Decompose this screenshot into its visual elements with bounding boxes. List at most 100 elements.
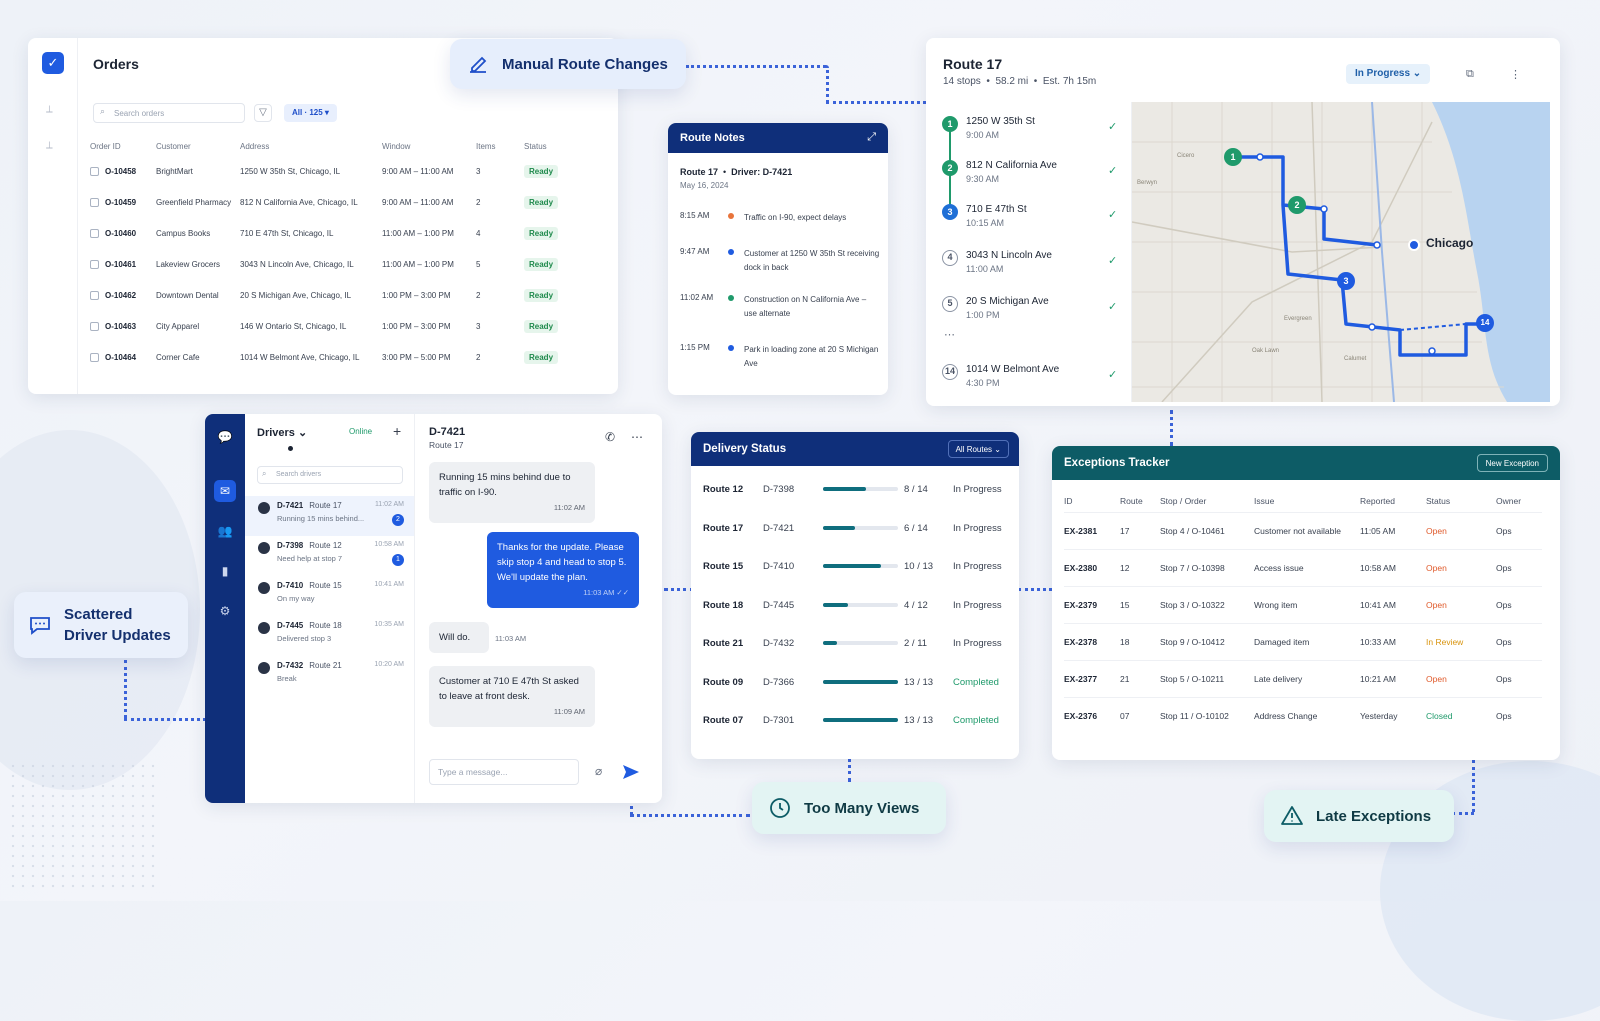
delivery-row[interactable]: Route 12 D-7398 8 / 14 In Progress <box>691 470 1019 508</box>
sidebar-icon[interactable]: ⟂ <box>46 104 53 115</box>
column-header[interactable]: Items <box>476 136 524 156</box>
chat-logo-icon[interactable]: 💬 <box>214 426 236 448</box>
map-marker[interactable]: 3 <box>1337 272 1355 290</box>
row-checkbox[interactable] <box>90 291 99 301</box>
route-stop[interactable]: 1 1250 W 35th St 9:00 AM ✓ <box>938 116 1128 156</box>
order-id[interactable]: O-10459 <box>105 198 136 207</box>
route-stop[interactable]: 2 812 N California Ave 9:30 AM ✓ <box>938 160 1128 200</box>
route-map[interactable]: Cicero Berwyn Evergreen Oak Lawn Calumet 1 2… <box>1132 102 1550 402</box>
exception-id[interactable]: EX-2381 <box>1064 526 1097 536</box>
column-header[interactable]: Window <box>382 136 476 156</box>
share-icon[interactable]: ⧉ <box>1466 68 1474 81</box>
attach-icon[interactable]: ⌀ <box>595 764 602 778</box>
progress-fill <box>823 564 881 568</box>
route-stop[interactable]: 3 710 E 47th St 10:15 AM ✓ <box>938 204 1128 244</box>
column-header[interactable]: Address <box>240 136 382 156</box>
table-row[interactable]: EX-2376 07 Stop 11 / O-10102 Address Change… <box>1064 696 1542 734</box>
table-row[interactable]: EX-2378 18 Stop 9 / O-10412 Damaged item 10:… <box>1064 622 1542 660</box>
exception-id[interactable]: EX-2379 <box>1064 600 1097 610</box>
column-header[interactable]: Stop / Order <box>1160 490 1254 512</box>
order-id[interactable]: O-10461 <box>105 260 136 269</box>
driver-list-item[interactable]: D-7410 Route 15 On my way 10:41 AM <box>245 576 414 616</box>
order-id[interactable]: O-10458 <box>105 167 136 176</box>
table-row[interactable]: O-10463 City Apparel 146 W Ontario St, Chi… <box>90 311 590 342</box>
route-status-dropdown[interactable]: In Progress ⌄ <box>1346 64 1431 84</box>
column-header[interactable]: Status <box>1426 490 1496 512</box>
column-header[interactable]: Customer <box>156 136 240 156</box>
order-id[interactable]: O-10462 <box>105 291 136 300</box>
route-stop[interactable]: 4 3043 N Lincoln Ave 11:00 AM ✓ <box>938 250 1128 290</box>
table-row[interactable]: O-10464 Corner Cafe 1014 W Belmont Ave, Ch… <box>90 342 590 373</box>
callout-too-many-views: Too Many Views <box>752 782 946 834</box>
delivery-row[interactable]: Route 21 D-7432 2 / 11 In Progress <box>691 624 1019 662</box>
exception-id[interactable]: EX-2378 <box>1064 637 1097 647</box>
table-row[interactable]: O-10460 Campus Books 710 E 47th St, Chicag… <box>90 218 590 249</box>
map-marker[interactable]: 2 <box>1288 196 1306 214</box>
table-row[interactable]: EX-2379 15 Stop 3 / O-10322 Wrong item 10:41… <box>1064 585 1542 623</box>
delivery-row[interactable]: Route 17 D-7421 6 / 14 In Progress <box>691 509 1019 547</box>
add-driver-button[interactable]: + <box>393 423 401 439</box>
table-row[interactable]: O-10462 Downtown Dental 20 S Michigan Ave,… <box>90 280 590 311</box>
gear-icon[interactable]: ⚙ <box>214 600 236 622</box>
column-header[interactable]: Reported <box>1360 490 1426 512</box>
driver-list-item[interactable]: D-7398 Route 12 Need help at stop 7 10:58 A… <box>245 536 414 576</box>
delivery-row[interactable]: Route 09 D-7366 13 / 13 Completed <box>691 663 1019 701</box>
driver-list-item[interactable]: D-7432 Route 21 Break 10:20 AM <box>245 656 414 696</box>
filter-icon[interactable]: ▽ <box>254 104 272 122</box>
row-checkbox[interactable] <box>90 322 99 332</box>
message-input[interactable]: Type a message... <box>429 759 579 785</box>
exception-id[interactable]: EX-2376 <box>1064 711 1097 721</box>
more-icon[interactable]: ⋯ <box>631 430 643 444</box>
sidebar-icon[interactable]: ⟂ <box>46 140 53 151</box>
row-checkbox[interactable] <box>90 198 99 208</box>
driver-list-item[interactable]: D-7421 Route 17 Running 15 mins behind... 1… <box>245 496 414 536</box>
table-row[interactable]: EX-2381 17 Stop 4 / O-10461 Customer not av… <box>1064 511 1542 549</box>
stop-address: 3043 N Lincoln Ave <box>966 250 1052 261</box>
delivery-row[interactable]: Route 18 D-7445 4 / 12 In Progress <box>691 586 1019 624</box>
table-row[interactable]: EX-2377 21 Stop 5 / O-10211 Late delivery 10… <box>1064 659 1542 697</box>
cell-text: 3043 N Lincoln Ave, Chicago, IL <box>240 260 354 269</box>
route-stop[interactable]: 5 20 S Michigan Ave 1:00 PM ✓ <box>938 296 1128 336</box>
status-badge: Ready <box>524 351 559 364</box>
column-header[interactable]: Order ID <box>90 136 156 156</box>
column-header[interactable]: Status <box>524 136 590 156</box>
table-row[interactable]: O-10459 Greenfield Pharmacy 812 N Californ… <box>90 187 590 218</box>
send-icon[interactable] <box>621 762 641 782</box>
driver-list-item[interactable]: D-7445 Route 18 Delivered stop 3 10:35 AM <box>245 616 414 656</box>
routes-filter-dropdown[interactable]: All Routes ⌄ <box>947 440 1009 458</box>
map-marker[interactable]: 1 <box>1224 148 1242 166</box>
app-logo-icon[interactable]: ✓ <box>42 52 64 74</box>
online-filter[interactable]: Online <box>349 427 372 436</box>
delivery-row[interactable]: Route 07 D-7301 13 / 13 Completed <box>691 701 1019 739</box>
row-checkbox[interactable] <box>90 260 99 270</box>
map-marker[interactable]: 14 <box>1476 314 1494 332</box>
table-row[interactable]: EX-2380 12 Stop 7 / O-10398 Access issue 10:… <box>1064 548 1542 586</box>
exception-id[interactable]: EX-2380 <box>1064 563 1097 573</box>
orders-filter-chip[interactable]: All · 125 ▾ <box>284 104 337 122</box>
delivery-row[interactable]: Route 15 D-7410 10 / 13 In Progress <box>691 547 1019 585</box>
new-exception-button[interactable]: New Exception <box>1476 454 1548 472</box>
route-stop[interactable]: 14 1014 W Belmont Ave 4:30 PM ✓ <box>938 364 1128 404</box>
orders-search-input[interactable]: Search orders <box>93 103 245 123</box>
chart-icon[interactable]: ▮ <box>214 560 236 582</box>
more-icon[interactable]: ⋮ <box>1510 68 1521 81</box>
order-id[interactable]: O-10463 <box>105 322 136 331</box>
phone-icon[interactable]: ✆ <box>605 430 615 444</box>
drivers-dropdown[interactable]: Drivers ⌄ <box>257 426 307 439</box>
table-row[interactable]: O-10458 BrightMart 1250 W 35th St, Chicago… <box>90 156 590 187</box>
messages-icon[interactable]: ✉ <box>214 480 236 502</box>
order-id[interactable]: O-10464 <box>105 353 136 362</box>
exception-id[interactable]: EX-2377 <box>1064 674 1097 684</box>
table-row[interactable]: O-10461 Lakeview Grocers 3043 N Lincoln Av… <box>90 249 590 280</box>
row-checkbox[interactable] <box>90 167 99 177</box>
column-header[interactable]: Route <box>1120 490 1160 512</box>
column-header[interactable]: ID <box>1064 490 1120 512</box>
expand-icon[interactable]: ⤢ <box>867 131 876 144</box>
users-icon[interactable]: 👥 <box>214 520 236 542</box>
row-checkbox[interactable] <box>90 353 99 363</box>
drivers-search-input[interactable]: Search drivers <box>257 466 403 484</box>
column-header[interactable]: Issue <box>1254 490 1360 512</box>
column-header[interactable]: Owner <box>1496 490 1542 512</box>
order-id[interactable]: O-10460 <box>105 229 136 238</box>
row-checkbox[interactable] <box>90 229 99 239</box>
